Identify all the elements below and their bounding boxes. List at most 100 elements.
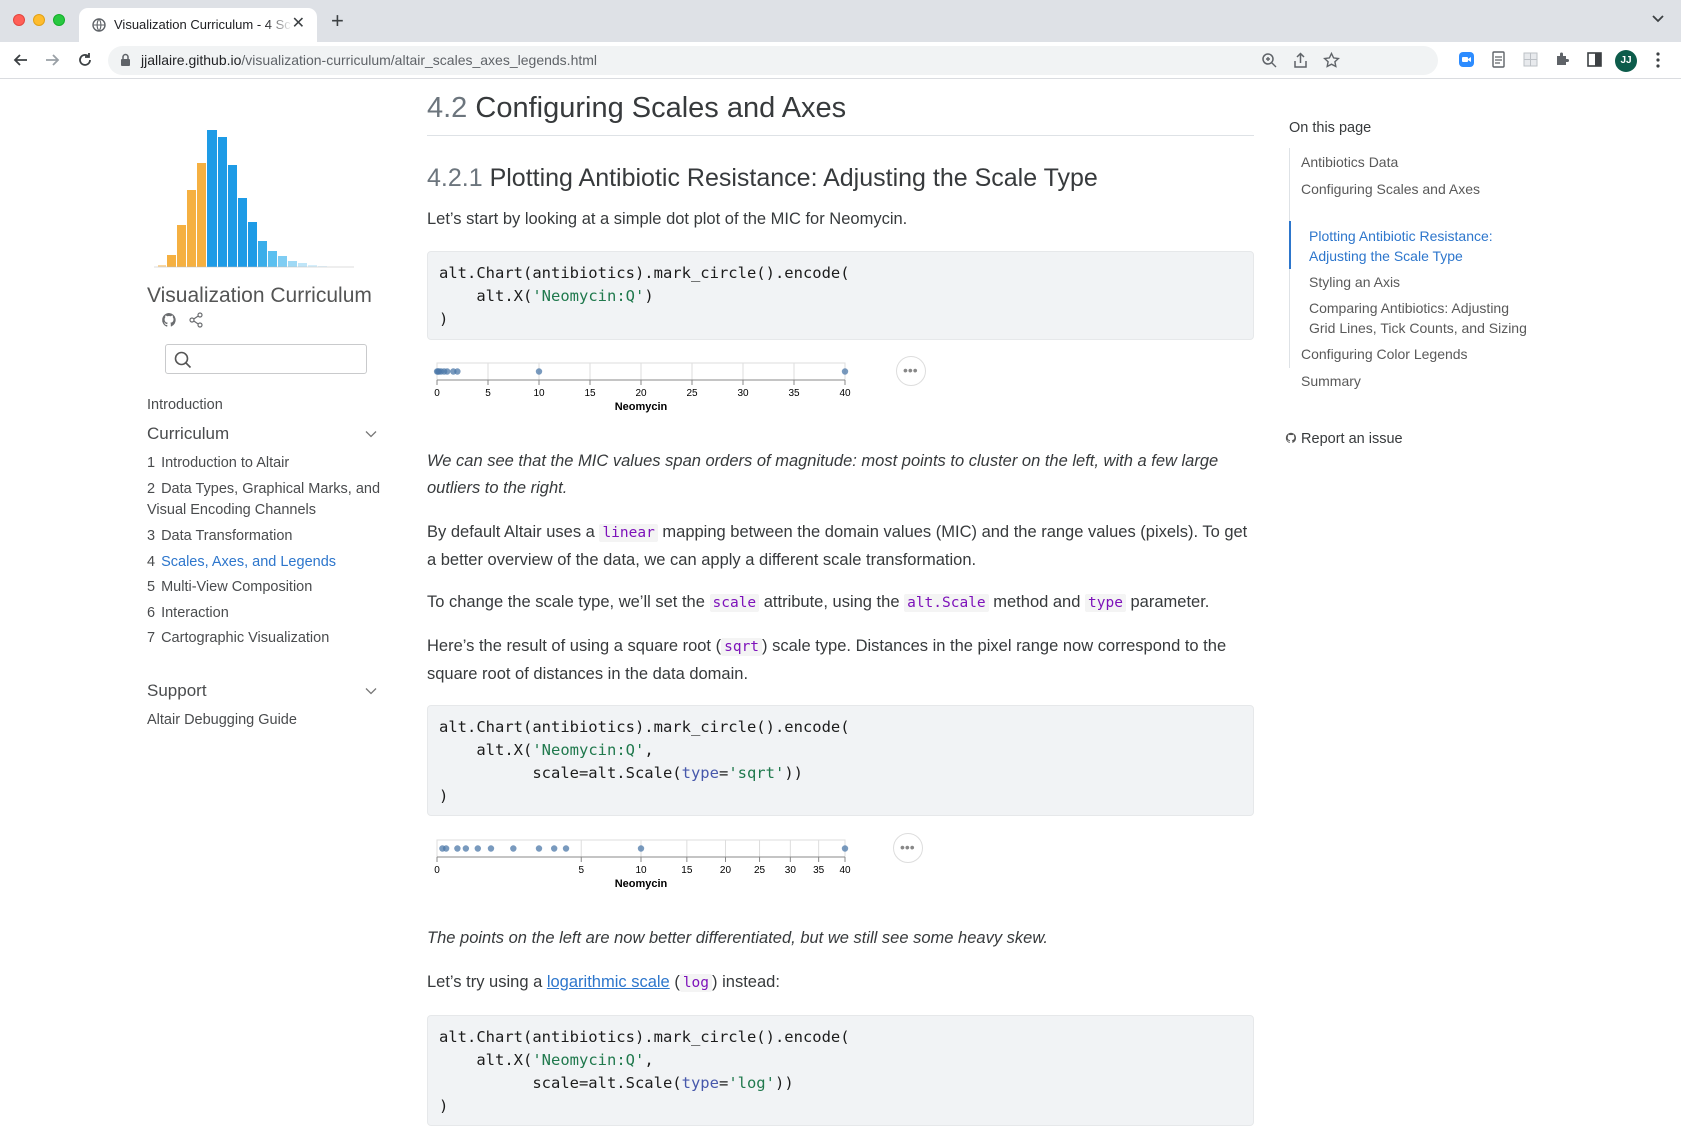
tick-label: 0 [434,865,440,876]
page-content: Visualization Curriculum Introduction Cu… [0,80,1681,1126]
window-minimize-button[interactable] [33,14,45,26]
address-bar[interactable]: jjallaire.github.io/visualization-curric… [108,46,1438,75]
sidebar-item-data-types-cont[interactable]: Visual Encoding Channels [147,499,316,521]
grid-extension-icon[interactable] [1522,51,1539,68]
tab-title: Visualization Curriculum - 4 Scales, Axe… [114,17,292,32]
toc-item-summary[interactable]: Summary [1301,371,1531,391]
new-tab-button[interactable]: + [331,10,344,32]
chevron-down-icon[interactable] [365,430,377,438]
data-point [535,368,543,375]
tick-label: 25 [686,388,698,399]
section-label: Support [147,681,207,700]
code-block[interactable]: alt.Chart(antibiotics).mark_circle().enc… [427,251,1254,340]
data-point [535,845,543,852]
toc-item-antibiotics-data[interactable]: Antibiotics Data [1301,152,1531,172]
chart-actions-button[interactable]: ••• [896,356,926,386]
toc-item-plotting-antibiotic-cont[interactable]: Adjusting the Scale Type [1309,246,1539,266]
data-point [442,845,450,852]
url-text[interactable]: jjallaire.github.io/visualization-curric… [141,52,597,68]
sidebar-item-introduction[interactable]: Introduction [147,394,223,416]
toc-item-color-legends[interactable]: Configuring Color Legends [1301,344,1531,364]
zoom-icon[interactable] [1261,52,1278,69]
chart-actions-button[interactable]: ••• [893,833,923,863]
sidebar-item-cartographic[interactable]: 7 Cartographic Visualization [147,627,329,649]
extensions-puzzle-icon[interactable] [1554,51,1571,68]
section-label: Curriculum [147,424,230,443]
code-block[interactable]: alt.Chart(antibiotics).mark_circle().enc… [427,1015,1254,1126]
data-point [562,845,570,852]
globe-icon [92,18,106,32]
toc-item-plotting-antibiotic[interactable]: Plotting Antibiotic Resistance: [1309,226,1539,246]
tick-label: 20 [635,388,647,399]
data-point [637,845,645,852]
share-icon[interactable] [188,312,204,328]
sidebar-item-interaction[interactable]: 6 Interaction [147,602,229,624]
tab-search-chevron-icon[interactable] [1651,14,1665,24]
paragraph: Here’s the result of using a square root… [427,637,1227,683]
data-point [487,845,495,852]
tick-label: 30 [737,388,749,399]
paragraph-italic: The points on the left are now better di… [427,929,1048,947]
forward-arrow-icon[interactable] [42,50,62,70]
logarithmic-scale-link[interactable]: logarithmic scale [547,973,670,991]
paragraph: Let’s start by looking at a simple dot p… [427,210,908,228]
sidebar-item-intro-altair[interactable]: 1 Introduction to Altair [147,452,289,474]
zoom-extension-icon[interactable] [1458,51,1475,68]
search-input[interactable] [165,344,367,374]
data-point [550,845,558,852]
sidebar-item-data-transformation[interactable]: 3 Data Transformation [147,525,292,547]
tab-bar: Visualization Curriculum - 4 Scales, Axe… [0,0,1681,42]
side-panel-icon[interactable] [1586,51,1603,68]
subsection-heading: 4.2.1 Plotting Antibiotic Resistance: Ad… [427,164,1098,192]
paragraph: To change the scale type, we’ll set the … [427,593,1210,612]
tick-label: 30 [785,865,797,876]
tick-label: 5 [485,388,491,399]
chevron-down-icon[interactable] [365,687,377,695]
tab-close-icon[interactable]: ✕ [292,16,305,32]
sidebar-item-debugging-guide[interactable]: Altair Debugging Guide [147,709,297,731]
sidebar-section-curriculum[interactable]: Curriculum [147,424,387,444]
tick-label: 15 [584,388,596,399]
tick-label: 10 [635,865,647,876]
tick-label: 0 [434,388,440,399]
window-close-button[interactable] [13,14,25,26]
code-block[interactable]: alt.Chart(antibiotics).mark_circle().enc… [427,705,1254,816]
data-point [462,845,470,852]
tick-label: 35 [788,388,800,399]
data-point [474,845,481,852]
section-heading: 4.2 Configuring Scales and Axes [427,92,1254,136]
tick-label: 35 [813,865,825,876]
reload-icon[interactable] [75,50,95,70]
toc-item-comparing-antibiotics[interactable]: Comparing Antibiotics: Adjusting [1309,298,1539,318]
neomycin-linear-chart: 0 5 10 15 20 25 30 35 40 Neomycin [433,362,851,413]
toc-item-comparing-antibiotics-cont[interactable]: Grid Lines, Tick Counts, and Sizing [1309,318,1539,338]
paragraph: By default Altair uses a linear mapping … [427,523,1248,569]
share-icon[interactable] [1292,52,1309,69]
document-extension-icon[interactable] [1490,51,1507,68]
toc-list: Antibiotics Data Configuring Scales and … [1289,148,1549,389]
github-icon [1285,432,1297,443]
toc-item-styling-axis[interactable]: Styling an Axis [1309,272,1539,292]
more-options-icon[interactable] [1656,52,1660,68]
tick-label: 20 [720,865,732,876]
site-title[interactable]: Visualization Curriculum [147,284,372,308]
toc-active-indicator [1289,221,1291,269]
tick-label: 15 [681,865,693,876]
tick-label: 25 [754,865,766,876]
bookmark-star-icon[interactable] [1323,52,1340,69]
back-arrow-icon[interactable] [11,50,31,70]
browser-tab[interactable]: Visualization Curriculum - 4 Scales, Axe… [79,8,317,42]
tick-label: 40 [839,865,851,876]
report-issue-link[interactable]: Report an issue [1285,431,1403,447]
sidebar-section-support[interactable]: Support [147,681,387,701]
profile-avatar[interactable]: JJ [1615,50,1637,72]
sidebar-item-data-types[interactable]: 2 Data Types, Graphical Marks, and [147,478,380,500]
github-icon[interactable] [161,312,177,328]
lock-icon[interactable] [120,53,131,67]
site-logo[interactable] [154,125,364,271]
toc-item-configuring-scales[interactable]: Configuring Scales and Axes [1301,179,1531,199]
data-point [841,845,849,852]
sidebar-item-multi-view[interactable]: 5 Multi-View Composition [147,576,312,598]
window-maximize-button[interactable] [53,14,65,26]
sidebar-item-scales-axes-legends[interactable]: 4 Scales, Axes, and Legends [147,551,336,573]
